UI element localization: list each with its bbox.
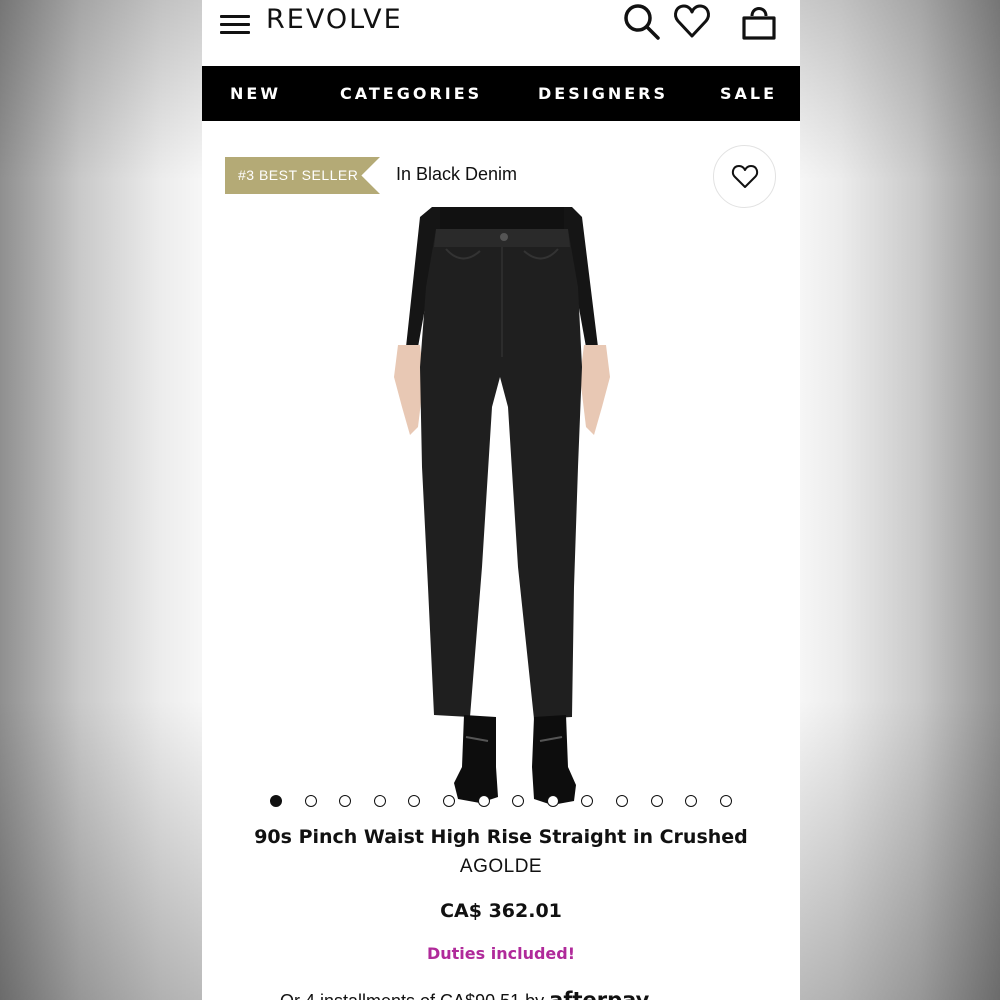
installments-info: Or 4 installments of CA$90.51 by afterpa… [280,988,750,1000]
afterpay-logo[interactable]: afterpay [549,988,649,1000]
image-carousel-dots [202,795,800,809]
site-header: REVOLVE [202,0,800,66]
add-to-wishlist-button[interactable] [713,145,776,208]
duties-note: Duties included! [426,944,576,963]
installments-text: Or 4 installments of CA$90.51 by [280,991,544,1000]
product-price: CA$ 362.01 [440,900,562,922]
carousel-dot[interactable] [373,795,386,807]
carousel-dot[interactable] [546,795,559,807]
menu-icon[interactable] [220,13,252,35]
nav-categories[interactable]: CATEGORIES [340,84,482,103]
mobile-page: REVOLVE NEW CATEGORIES DESIGNERS SALE #3… [202,0,800,1000]
carousel-dot[interactable] [719,795,732,807]
shopping-bag-icon[interactable] [739,2,779,42]
best-seller-badge: #3 BEST SELLER [225,157,380,194]
product-image[interactable] [362,207,642,817]
carousel-dot[interactable] [685,795,698,807]
carousel-dot[interactable] [581,795,594,807]
search-icon[interactable] [622,2,662,42]
carousel-dot[interactable] [339,795,352,807]
nav-sale[interactable]: SALE [720,84,777,103]
carousel-dot[interactable] [270,795,282,807]
carousel-dot[interactable] [477,795,490,807]
nav-new[interactable]: NEW [230,84,281,103]
carousel-dot[interactable] [650,795,663,807]
carousel-dot[interactable] [443,795,455,807]
product-brand[interactable]: AGOLDE [202,856,800,878]
heart-icon[interactable] [672,2,712,42]
heart-icon [731,165,759,188]
site-logo[interactable]: REVOLVE [266,4,403,35]
nav-designers[interactable]: DESIGNERS [538,84,668,103]
carousel-dot[interactable] [304,795,317,807]
carousel-dot[interactable] [616,795,628,807]
carousel-dot[interactable] [408,795,421,807]
color-label: In Black Denim [396,164,518,184]
carousel-dot[interactable] [512,795,525,807]
product-title: 90s Pinch Waist High Rise Straight in Cr… [254,826,748,848]
main-nav: NEW CATEGORIES DESIGNERS SALE [202,66,800,121]
